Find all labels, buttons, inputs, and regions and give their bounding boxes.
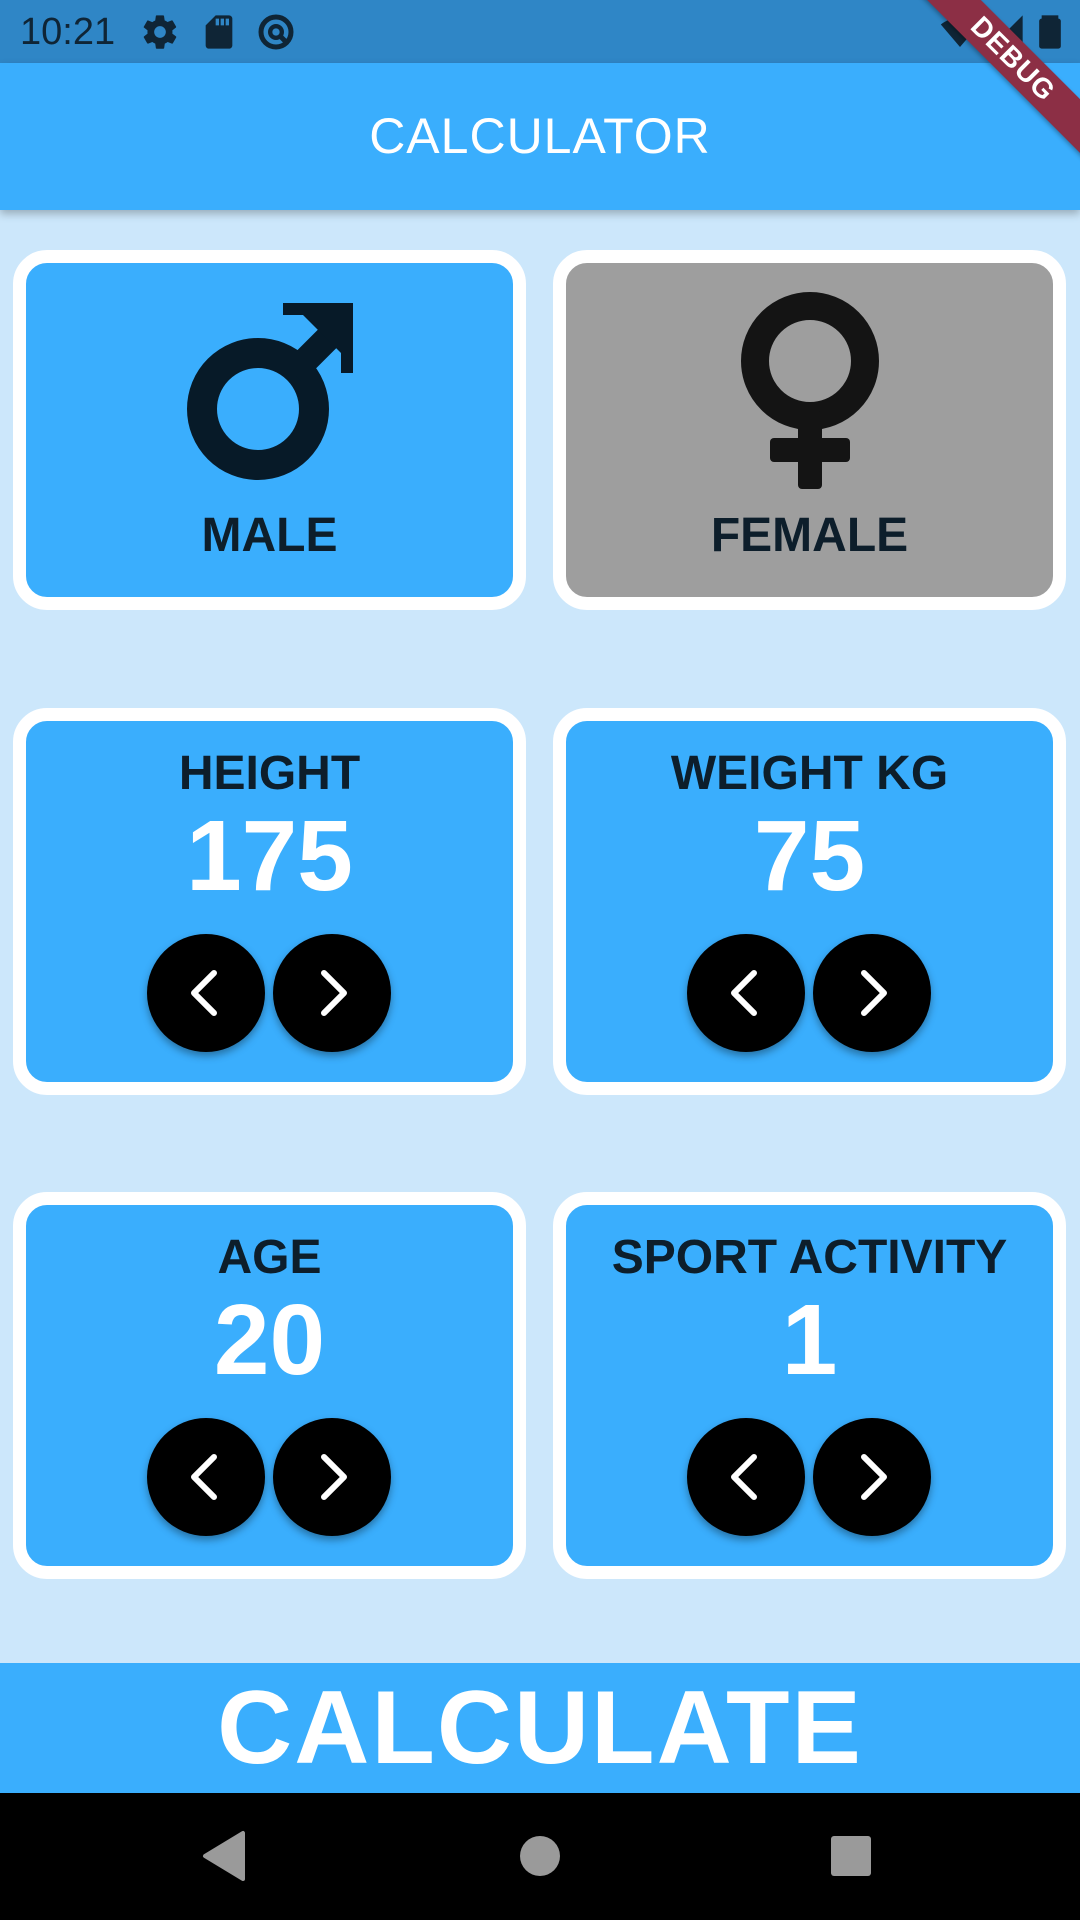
recents-icon[interactable] <box>818 1823 884 1889</box>
chevron-left-icon <box>191 970 217 1016</box>
weight-value: 75 <box>753 800 866 912</box>
height-label: HEIGHT <box>178 747 361 800</box>
age-decrement-button[interactable] <box>147 1418 265 1536</box>
male-symbol-icon <box>175 291 365 481</box>
app-bar-title: CALCULATOR <box>369 108 711 164</box>
chevron-left-icon <box>731 1454 757 1500</box>
sport-activity-label: SPORT ACTIVITY <box>611 1231 1008 1284</box>
height-decrement-button[interactable] <box>147 934 265 1052</box>
chevron-left-icon <box>731 970 757 1016</box>
sport-activity-increment-button[interactable] <box>813 1418 931 1536</box>
weight-decrement-button[interactable] <box>687 934 805 1052</box>
app-bar: CALCULATOR <box>0 63 1080 210</box>
weight-label: WEIGHT KG <box>670 747 949 800</box>
sport-activity-value: 1 <box>781 1284 838 1396</box>
male-label: MALE <box>201 509 338 562</box>
age-card: AGE 20 <box>13 1192 526 1579</box>
back-icon[interactable] <box>193 1823 259 1889</box>
sd-card-icon <box>199 12 239 52</box>
height-increment-button[interactable] <box>273 934 391 1052</box>
chevron-right-icon <box>861 970 887 1016</box>
calculate-button[interactable]: CALCULATE <box>0 1663 1080 1793</box>
sport-activity-decrement-button[interactable] <box>687 1418 805 1536</box>
age-value: 20 <box>213 1284 326 1396</box>
navigation-bar <box>0 1793 1080 1920</box>
status-bar: 10:21 <box>0 0 1080 63</box>
weight-card: WEIGHT KG 75 <box>553 708 1066 1095</box>
chevron-right-icon <box>861 1454 887 1500</box>
male-card[interactable]: MALE <box>13 250 526 610</box>
weight-increment-button[interactable] <box>813 934 931 1052</box>
height-value: 175 <box>186 800 353 912</box>
female-symbol-icon <box>715 291 905 491</box>
status-time: 10:21 <box>20 11 116 53</box>
age-label: AGE <box>217 1231 322 1284</box>
chevron-right-icon <box>321 970 347 1016</box>
calculate-label: CALCULATE <box>217 1670 863 1786</box>
height-card: HEIGHT 175 <box>13 708 526 1095</box>
female-label: FEMALE <box>710 509 909 562</box>
gear-icon <box>140 12 180 52</box>
chevron-left-icon <box>191 1454 217 1500</box>
vpn-key-icon <box>256 12 296 52</box>
age-increment-button[interactable] <box>273 1418 391 1536</box>
female-card[interactable]: FEMALE <box>553 250 1066 610</box>
chevron-right-icon <box>321 1454 347 1500</box>
sport-activity-card: SPORT ACTIVITY 1 <box>553 1192 1066 1579</box>
home-icon[interactable] <box>507 1823 573 1889</box>
battery-icon <box>1030 12 1070 52</box>
